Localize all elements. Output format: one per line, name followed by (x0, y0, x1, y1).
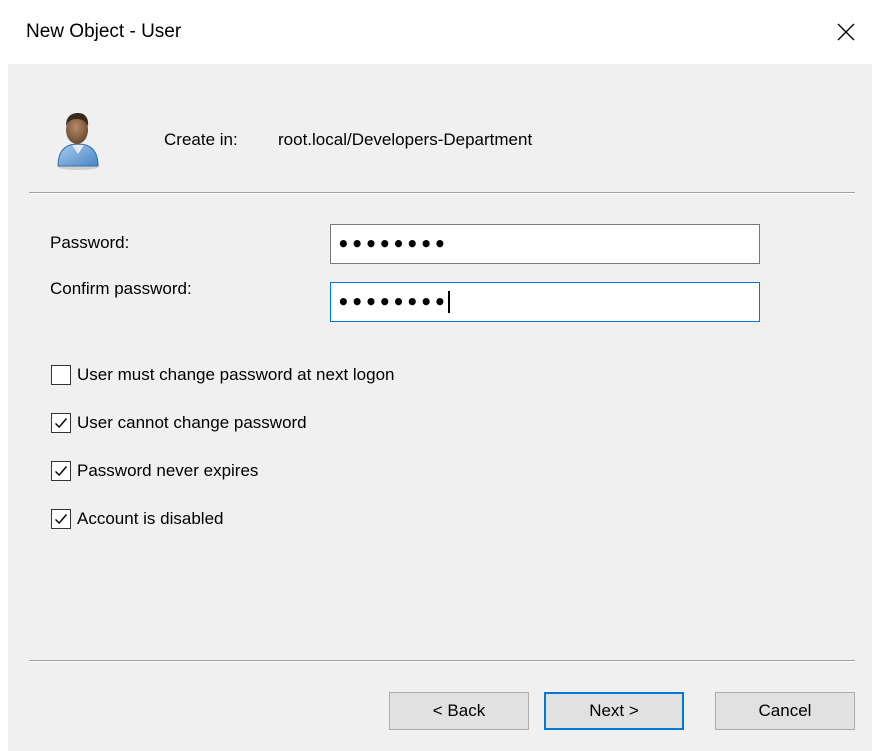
dialog-body: Create in: root.local/Developers-Departm… (8, 64, 872, 751)
account-disabled-option[interactable]: Account is disabled (51, 508, 223, 530)
create-in-path: root.local/Developers-Department (278, 130, 533, 149)
confirm-password-label: Confirm password: (50, 279, 192, 298)
text-caret (448, 290, 451, 313)
next-button[interactable]: Next > (544, 692, 684, 730)
password-label: Password: (50, 233, 130, 252)
must-change-password-label: User must change password at next logon (77, 365, 395, 384)
account-disabled-label: Account is disabled (77, 509, 224, 528)
checkmark-icon (55, 514, 68, 525)
confirm-password-mask: •••••••• (337, 290, 448, 314)
must-change-password-checkbox[interactable] (51, 365, 71, 385)
cannot-change-password-label: User cannot change password (77, 413, 307, 432)
header-divider (29, 192, 855, 194)
password-never-expires-option[interactable]: Password never expires (51, 460, 258, 482)
footer-divider (29, 660, 855, 662)
window-title: New Object - User (26, 21, 182, 42)
cannot-change-password-option[interactable]: User cannot change password (51, 412, 307, 434)
cancel-button[interactable]: Cancel (715, 692, 855, 730)
password-never-expires-checkbox[interactable] (51, 461, 71, 481)
password-field[interactable]: •••••••• (330, 224, 760, 264)
close-icon (837, 23, 855, 41)
password-never-expires-label: Password never expires (77, 461, 259, 480)
create-in-label: Create in: (164, 130, 238, 149)
password-mask: •••••••• (337, 232, 448, 256)
must-change-password-option[interactable]: User must change password at next logon (51, 364, 395, 386)
confirm-password-field[interactable]: •••••••• (330, 282, 760, 322)
account-disabled-checkbox[interactable] (51, 509, 71, 529)
checkmark-icon (55, 418, 68, 429)
back-button[interactable]: < Back (389, 692, 529, 730)
cannot-change-password-checkbox[interactable] (51, 413, 71, 433)
checkmark-icon (55, 466, 68, 477)
title-bar: New Object - User (0, 0, 872, 64)
user-icon (57, 113, 99, 170)
close-button[interactable] (826, 12, 866, 52)
